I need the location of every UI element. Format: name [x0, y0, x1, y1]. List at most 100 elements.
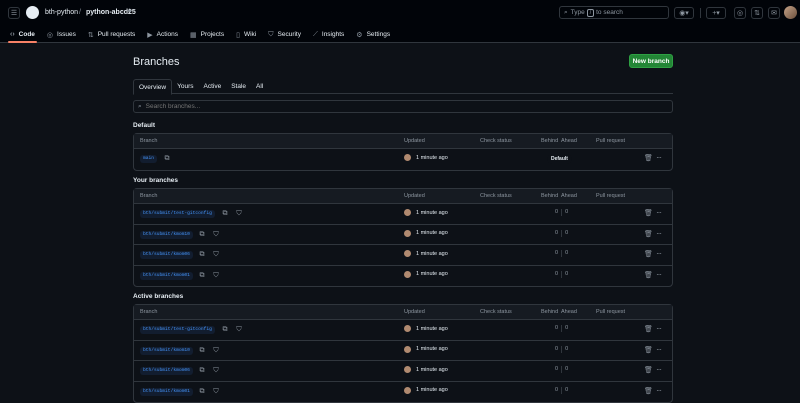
avatar[interactable]	[404, 386, 411, 394]
copy-icon[interactable]: ⧉	[197, 346, 207, 356]
avatar[interactable]	[404, 345, 411, 353]
copilot-icon[interactable]: ◉▾	[674, 7, 694, 19]
behind-count: 0	[555, 270, 559, 277]
shield-icon[interactable]: ⛉	[211, 387, 221, 397]
branch-name[interactable]: bth/submit/kmom01	[140, 271, 193, 280]
table-row: bth/submit/kmom01 ⧉ ⛉ 1 minute ago 00 🗑︎…	[134, 266, 672, 287]
ahead-count: 0	[565, 270, 569, 277]
avatar[interactable]	[404, 366, 411, 373]
branch-name[interactable]: bth/submit/kmom01	[140, 387, 193, 396]
kebab-menu-icon[interactable]: ···	[656, 208, 662, 217]
plus-icon[interactable]: +▾	[706, 7, 726, 19]
kebab-menu-icon[interactable]: ···	[656, 270, 662, 279]
pull-requests-icon[interactable]: ⇅	[751, 7, 763, 19]
default-branches-table: Branch Updated Check status Behind Ahead…	[133, 133, 673, 171]
table-icon: ▦	[190, 31, 197, 39]
updated-time: 1 minute ago	[416, 346, 448, 352]
tab-label: Code	[18, 31, 35, 38]
copy-icon[interactable]: ⧉	[197, 366, 207, 376]
shield-icon[interactable]: ⛉	[211, 346, 221, 356]
branch-name[interactable]: main	[140, 155, 158, 163]
subtab-active[interactable]: Active	[198, 79, 226, 94]
kebab-menu-icon[interactable]: ···	[656, 153, 662, 162]
tab-code[interactable]: ‹› Code	[4, 26, 41, 43]
branch-search-input[interactable]	[145, 103, 346, 110]
global-search[interactable]: ⌕ Type / to search	[559, 6, 669, 19]
kebab-menu-icon[interactable]: ···	[656, 386, 662, 395]
subtab-overview[interactable]: Overview	[133, 79, 173, 95]
kebab-menu-icon[interactable]: ···	[656, 249, 662, 258]
tab-settings[interactable]: ⚙ Settings	[350, 26, 396, 43]
avatar[interactable]	[404, 325, 411, 332]
shield-icon[interactable]: ⛉	[211, 230, 221, 240]
avatar[interactable]	[404, 270, 411, 278]
column-pull-request: Pull request	[596, 309, 626, 315]
copy-icon[interactable]: ⧉	[220, 325, 230, 335]
trash-icon[interactable]: 🗑︎	[644, 387, 653, 395]
divider	[561, 209, 563, 216]
avatar[interactable]	[404, 154, 411, 161]
kebab-menu-icon[interactable]: ···	[656, 365, 662, 374]
copy-icon[interactable]: ⧉	[197, 271, 207, 281]
copy-icon[interactable]: ⧉	[220, 209, 230, 219]
copy-icon[interactable]: ⧉	[162, 154, 172, 164]
trash-icon[interactable]: 🗑︎	[644, 366, 653, 374]
trash-icon[interactable]: 🗑︎	[644, 271, 653, 279]
tab-pull-requests[interactable]: ⇅ Pull requests	[82, 26, 141, 43]
issues-icon[interactable]: ◎	[734, 7, 746, 19]
trash-icon[interactable]: 🗑︎	[644, 346, 653, 354]
shield-icon[interactable]: ⛉	[234, 209, 244, 219]
tab-issues[interactable]: ◎ Issues	[41, 26, 82, 43]
behind-ahead: 00	[555, 209, 568, 216]
kebab-menu-icon[interactable]: ···	[656, 345, 662, 354]
trash-icon[interactable]: 🗑︎	[644, 250, 653, 258]
branch-name[interactable]: bth/submit/test-gitconfig	[140, 326, 215, 334]
page-title: Branches	[133, 56, 180, 68]
subtab-all[interactable]: All	[251, 79, 268, 94]
copy-icon[interactable]: ⧉	[197, 250, 207, 260]
tab-insights[interactable]: ⟋ Insights	[307, 26, 350, 43]
tab-security[interactable]: ⛉ Security	[262, 26, 307, 43]
inbox-icon[interactable]: ✉	[768, 7, 780, 19]
shield-icon[interactable]: ⛉	[234, 325, 244, 335]
kebab-menu-icon[interactable]: ···	[656, 229, 662, 238]
github-logo[interactable]	[26, 6, 39, 19]
divider	[700, 8, 701, 18]
shield-icon[interactable]: ⛉	[211, 271, 221, 281]
tab-wiki[interactable]: ▯ Wiki	[230, 26, 262, 43]
trash-icon[interactable]: 🗑︎	[644, 209, 653, 217]
shield-icon[interactable]: ⛉	[211, 366, 221, 376]
subtab-stale[interactable]: Stale	[226, 79, 251, 94]
branch-name[interactable]: bth/submit/kmom10	[140, 230, 193, 239]
tab-actions[interactable]: ▶ Actions	[141, 26, 184, 43]
branch-name[interactable]: bth/submit/kmom06	[140, 251, 193, 259]
branch-name[interactable]: bth/submit/test-gitconfig	[140, 210, 215, 218]
ahead-count: 0	[565, 250, 569, 256]
subtab-yours[interactable]: Yours	[172, 79, 198, 94]
shield-icon[interactable]: ⛉	[211, 250, 221, 260]
trash-icon[interactable]: 🗑︎	[644, 230, 653, 238]
owner-link[interactable]: bth-python	[45, 9, 78, 16]
behind-count: 0	[555, 250, 559, 256]
behind-count: 0	[555, 386, 559, 393]
menu-icon[interactable]: ☰	[8, 7, 20, 19]
branch-name[interactable]: bth/submit/kmom06	[140, 367, 193, 375]
updated-cell: 1 minute ago	[404, 229, 448, 237]
tab-projects[interactable]: ▦ Projects	[184, 26, 230, 43]
copy-icon[interactable]: ⧉	[197, 230, 207, 240]
copy-icon[interactable]: ⧉	[197, 387, 207, 397]
branch-search[interactable]: ⌕	[133, 100, 673, 113]
trash-icon[interactable]: 🗑︎	[644, 325, 653, 333]
updated-time: 1 minute ago	[416, 154, 448, 161]
trash-icon[interactable]: 🗑︎	[644, 154, 653, 162]
branch-name[interactable]: bth/submit/kmom10	[140, 346, 193, 355]
avatar[interactable]	[784, 6, 797, 19]
avatar[interactable]	[404, 209, 411, 216]
new-branch-button[interactable]: New branch	[629, 54, 673, 68]
avatar[interactable]	[404, 229, 411, 237]
kebab-menu-icon[interactable]: ···	[656, 324, 662, 333]
section-title-yours: Your branches	[133, 177, 179, 184]
avatar[interactable]	[404, 250, 411, 257]
updated-cell: 1 minute ago	[404, 325, 448, 332]
issue-icon: ◎	[46, 31, 54, 39]
